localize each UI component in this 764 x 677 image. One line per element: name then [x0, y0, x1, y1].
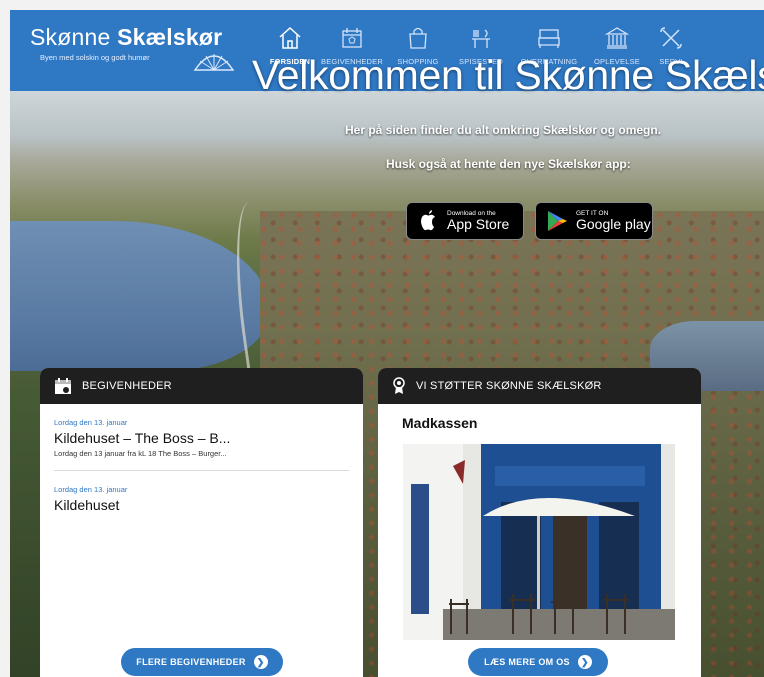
tools-icon [660, 27, 682, 49]
support-card-title: VI STØTTER SKØNNE SKÆLSKØR [416, 380, 602, 392]
events-card-title: BEGIVENHEDER [82, 380, 172, 392]
intro-text-2: Husk også at hente den nye Skælskør app: [386, 157, 631, 171]
event-divider [54, 470, 349, 471]
bed-icon [538, 29, 560, 48]
read-more-label: LÆS MERE OM OS [484, 657, 570, 667]
arrow-right-icon: ❯ [253, 655, 268, 669]
sponsor-photo [403, 444, 675, 640]
event-date: Lordag den 13. januar [54, 418, 128, 427]
sponsor-name: Madkassen [402, 415, 478, 431]
google-play-button[interactable]: GET IT ON Google play [535, 202, 653, 240]
events-card-header: BEGIVENHEDER [40, 368, 363, 404]
calendar-icon [55, 378, 71, 394]
event-item[interactable]: Lordag den 13. januar Kildehuset – The B… [40, 418, 363, 458]
home-icon [279, 26, 301, 49]
more-events-button[interactable]: FLERE BEGIVENHEDER ❯ [121, 648, 283, 676]
award-ribbon-icon [393, 377, 405, 394]
sponsor-storefront-image [403, 444, 675, 640]
event-title: Kildehuset – The Boss – B... [54, 430, 231, 446]
welcome-heading: Velkommen til Skønne Skæls [252, 52, 764, 98]
apple-icon [421, 210, 435, 231]
museum-icon [604, 27, 630, 49]
calendar-icon [342, 28, 362, 48]
shopping-bag-icon [409, 27, 427, 49]
google-play-icon [548, 211, 567, 231]
event-date: Lordag den 13. januar [54, 485, 128, 494]
dining-icon [472, 29, 490, 48]
arrow-right-icon: ❯ [577, 655, 592, 669]
shell-logo-icon [193, 54, 235, 71]
event-title: Kildehuset [54, 497, 120, 513]
logo-title: Skønne Skælskør [30, 24, 223, 50]
events-card: BEGIVENHEDER Lordag den 13. januar Kilde… [40, 368, 363, 677]
read-more-button[interactable]: LÆS MERE OM OS ❯ [468, 648, 608, 676]
event-item[interactable]: Lordag den 13. januar Kildehuset [40, 485, 363, 513]
intro-text-1: Her på siden finder du alt omkring Skæls… [345, 123, 662, 137]
more-events-label: FLERE BEGIVENHEDER [136, 657, 246, 667]
event-description: Lordag den 13 januar fra kL 18 The Boss … [54, 449, 227, 458]
support-card: VI STØTTER SKØNNE SKÆLSKØR Madkassen [378, 368, 701, 677]
support-card-header: VI STØTTER SKØNNE SKÆLSKØR [378, 368, 701, 404]
app-store-button[interactable]: Download on the App Store [406, 202, 524, 240]
